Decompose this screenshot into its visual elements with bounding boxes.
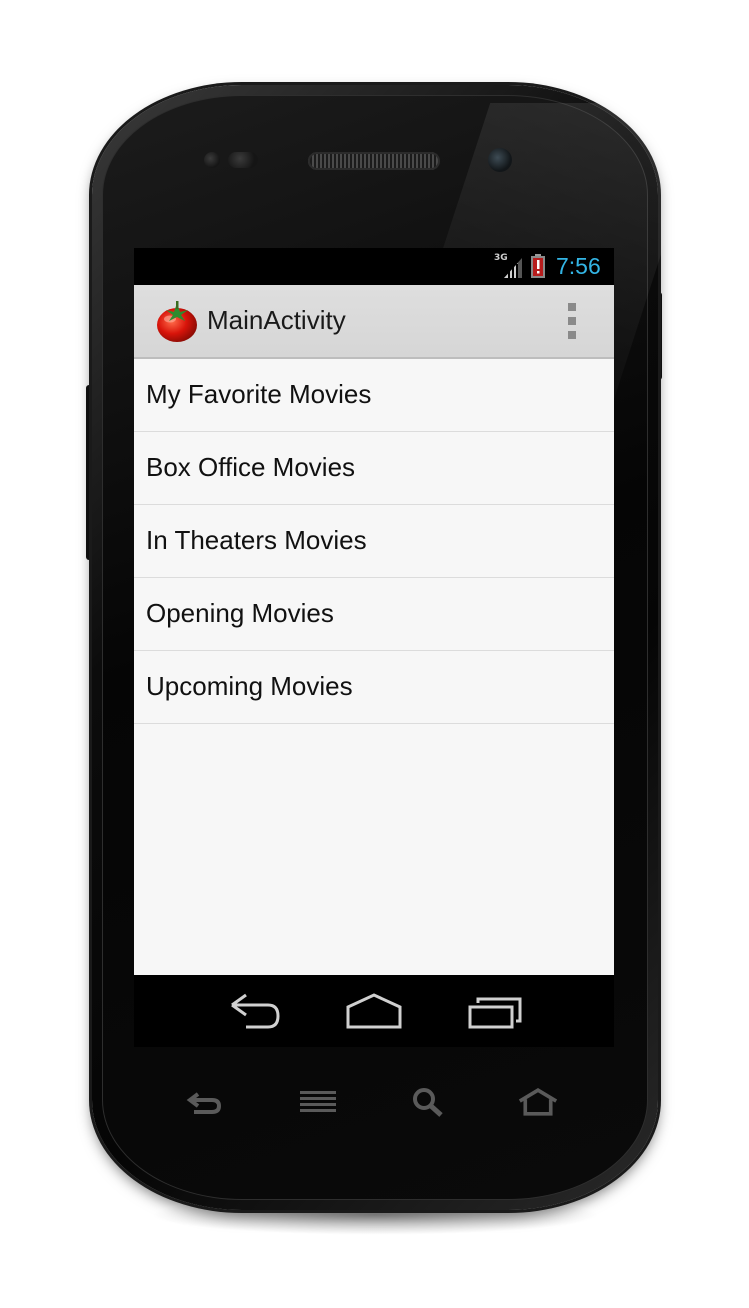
activity-title: MainActivity	[207, 305, 346, 335]
system-navigation-bar	[134, 975, 614, 1047]
hardware-home-icon[interactable]	[518, 1085, 558, 1119]
action-bar: MainActivity	[134, 285, 614, 359]
movie-category-list: My Favorite Movies Box Office Movies In …	[134, 359, 614, 975]
overflow-dot	[568, 331, 576, 339]
list-item-my-favorite-movies[interactable]: My Favorite Movies	[134, 359, 614, 432]
list-item-box-office-movies[interactable]: Box Office Movies	[134, 432, 614, 505]
list-item-label: Opening Movies	[146, 598, 334, 628]
light-sensor	[228, 152, 258, 168]
recent-apps-icon[interactable]	[466, 989, 526, 1033]
proximity-sensor	[204, 152, 220, 168]
status-bar: 3G 7:56	[134, 248, 614, 285]
list-item-label: My Favorite Movies	[146, 379, 372, 409]
device-screen: 3G 7:56 MainActivity My Favorite Movies …	[134, 248, 614, 1047]
front-camera	[488, 148, 512, 172]
overflow-menu-icon[interactable]	[562, 303, 582, 339]
signal-icon	[504, 258, 522, 278]
earpiece-speaker	[308, 152, 440, 170]
overflow-dot	[568, 317, 576, 325]
hardware-search-icon[interactable]	[408, 1085, 448, 1119]
list-item-in-theaters-movies[interactable]: In Theaters Movies	[134, 505, 614, 578]
battery-alert-icon	[531, 254, 545, 278]
home-icon[interactable]	[344, 989, 404, 1033]
list-item-label: Box Office Movies	[146, 452, 356, 482]
back-icon[interactable]	[224, 989, 284, 1033]
list-item-upcoming-movies[interactable]: Upcoming Movies	[134, 651, 614, 724]
status-clock: 7:56	[556, 253, 601, 279]
tomato-icon[interactable]	[155, 299, 199, 343]
list-item-label: In Theaters Movies	[146, 525, 367, 555]
device-frame-stage: 3G 7:56 MainActivity My Favorite Movies …	[0, 0, 749, 1308]
hardware-back-icon[interactable]	[184, 1085, 224, 1119]
overflow-dot	[568, 303, 576, 311]
hardware-menu-icon[interactable]	[298, 1085, 338, 1119]
list-item-label: Upcoming Movies	[146, 671, 353, 701]
list-item-opening-movies[interactable]: Opening Movies	[134, 578, 614, 651]
